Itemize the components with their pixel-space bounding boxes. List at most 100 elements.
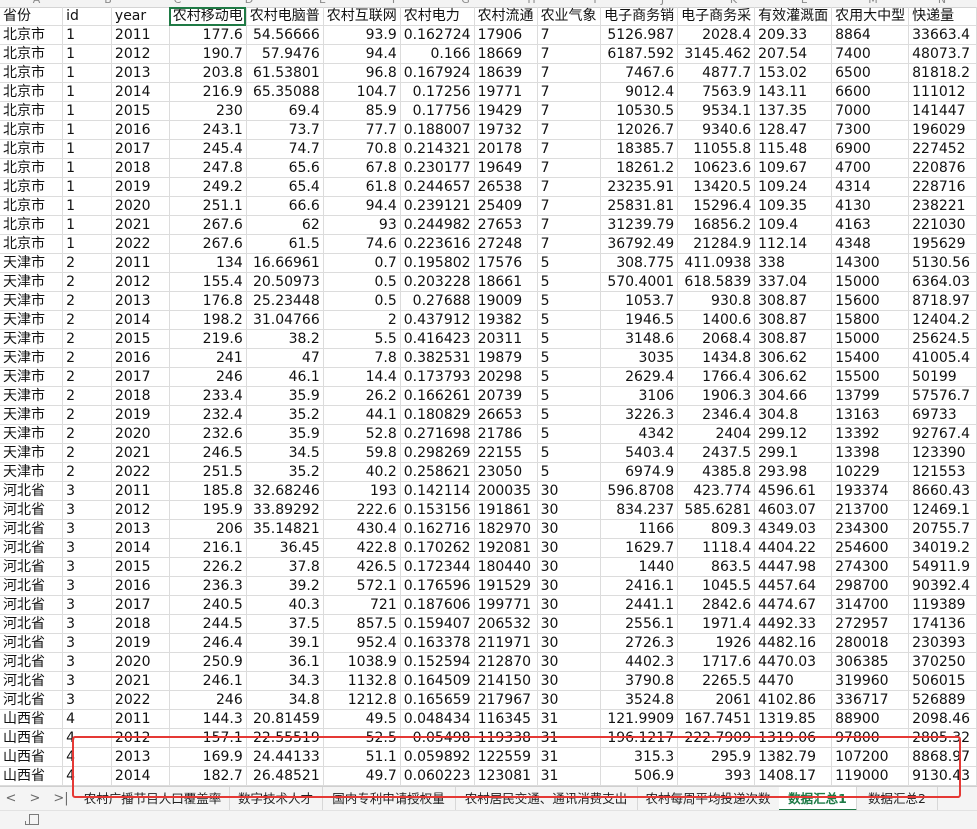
table-cell[interactable]: 109.24: [754, 177, 833, 197]
table-cell[interactable]: 山西省: [0, 728, 64, 748]
table-cell[interactable]: 222.7909: [677, 728, 756, 748]
table-cell[interactable]: 299.1: [754, 443, 833, 463]
table-cell[interactable]: 0.187606: [400, 595, 475, 615]
table-cell[interactable]: 249.2: [169, 177, 247, 197]
table-cell[interactable]: 1053.7: [600, 291, 679, 311]
table-cell[interactable]: 4492.33: [754, 614, 833, 634]
table-cell[interactable]: 5: [537, 253, 602, 273]
table-cell[interactable]: 1: [62, 215, 112, 235]
table-cell[interactable]: 2098.46: [908, 709, 977, 729]
table-cell[interactable]: 4470: [754, 671, 833, 691]
table-cell[interactable]: 33.89292: [246, 500, 324, 520]
table-cell[interactable]: 128.47: [754, 120, 833, 140]
table-cell[interactable]: 50199: [908, 367, 977, 387]
table-cell[interactable]: 6364.03: [908, 272, 977, 292]
table-cell[interactable]: 2014: [111, 82, 170, 102]
column-letter-f[interactable]: F: [359, 0, 431, 7]
table-cell[interactable]: 27653: [474, 215, 538, 235]
table-cell[interactable]: 2842.6: [677, 595, 756, 615]
table-cell[interactable]: 1926: [677, 633, 756, 653]
table-cell[interactable]: 3524.8: [600, 690, 679, 710]
table-cell[interactable]: 3: [62, 614, 112, 634]
table-cell[interactable]: 5: [537, 462, 602, 482]
table-cell[interactable]: 15296.4: [677, 196, 756, 216]
table-cell[interactable]: 7: [537, 101, 602, 121]
table-cell[interactable]: 88900: [831, 709, 910, 729]
table-cell[interactable]: 0.173793: [400, 367, 475, 387]
table-cell[interactable]: 1: [62, 63, 112, 83]
table-cell[interactable]: 267.6: [169, 215, 247, 235]
table-cell[interactable]: 308.87: [754, 291, 833, 311]
table-cell[interactable]: 4603.07: [754, 500, 833, 520]
table-cell[interactable]: 5: [537, 291, 602, 311]
table-cell[interactable]: 0.17756: [400, 101, 475, 121]
table-cell[interactable]: 272957: [831, 614, 910, 634]
table-cell[interactable]: 2017: [111, 139, 170, 159]
table-cell[interactable]: 3: [62, 633, 112, 653]
table-cell[interactable]: 9012.4: [600, 82, 679, 102]
table-cell[interactable]: 2: [62, 329, 112, 349]
table-cell[interactable]: 1166: [600, 519, 679, 539]
table-cell[interactable]: 4470.03: [754, 652, 833, 672]
header-cell[interactable]: 农村电脑普: [246, 7, 324, 26]
table-cell[interactable]: 18661: [474, 272, 538, 292]
table-cell[interactable]: 1: [62, 196, 112, 216]
table-cell[interactable]: 13163: [831, 405, 910, 425]
table-cell[interactable]: 0.167924: [400, 63, 475, 83]
table-cell[interactable]: 1440: [600, 557, 679, 577]
table-cell[interactable]: 3: [62, 690, 112, 710]
table-cell[interactable]: 240.5: [169, 595, 247, 615]
table-cell[interactable]: 0.382531: [400, 348, 475, 368]
table-cell[interactable]: 1132.8: [323, 671, 401, 691]
table-cell[interactable]: 1434.8: [677, 348, 756, 368]
table-cell[interactable]: 809.3: [677, 519, 756, 539]
table-cell[interactable]: 67.8: [323, 158, 401, 178]
table-cell[interactable]: 0.059892: [400, 747, 475, 767]
table-cell[interactable]: 0.176596: [400, 576, 475, 596]
table-cell[interactable]: 1400.6: [677, 310, 756, 330]
table-cell[interactable]: 70.8: [323, 139, 401, 159]
tab-scroll-right-icon[interactable]: >: [28, 790, 42, 808]
header-cell[interactable]: 农用大中型: [831, 7, 910, 26]
table-cell[interactable]: 30: [537, 614, 602, 634]
table-cell[interactable]: 22155: [474, 443, 538, 463]
table-cell[interactable]: 12404.2: [908, 310, 977, 330]
table-cell[interactable]: 河北省: [0, 519, 64, 539]
table-cell[interactable]: 2019: [111, 177, 170, 197]
table-cell[interactable]: 0.162724: [400, 25, 475, 45]
table-cell[interactable]: 0.244982: [400, 215, 475, 235]
table-cell[interactable]: 0.271698: [400, 424, 475, 444]
table-cell[interactable]: 196029: [908, 120, 977, 140]
table-cell[interactable]: 9534.1: [677, 101, 756, 121]
table-cell[interactable]: 232.4: [169, 405, 247, 425]
table-cell[interactable]: 66.6: [246, 196, 324, 216]
column-letter-e[interactable]: E: [286, 0, 359, 7]
table-cell[interactable]: 30: [537, 519, 602, 539]
column-letter-m[interactable]: M: [839, 0, 907, 7]
table-cell[interactable]: 天津市: [0, 424, 64, 444]
table-cell[interactable]: 4348: [831, 234, 910, 254]
table-cell[interactable]: 4404.22: [754, 538, 833, 558]
table-cell[interactable]: 1408.17: [754, 766, 833, 786]
table-cell[interactable]: 308.87: [754, 310, 833, 330]
table-cell[interactable]: 69.4: [246, 101, 324, 121]
table-cell[interactable]: 7: [537, 177, 602, 197]
table-cell[interactable]: 46.1: [246, 367, 324, 387]
table-cell[interactable]: 山西省: [0, 766, 64, 786]
table-cell[interactable]: 天津市: [0, 386, 64, 406]
table-cell[interactable]: 4102.86: [754, 690, 833, 710]
table-cell[interactable]: 河北省: [0, 652, 64, 672]
table-cell[interactable]: 245.4: [169, 139, 247, 159]
table-cell[interactable]: 5: [537, 348, 602, 368]
table-cell[interactable]: 293.98: [754, 462, 833, 482]
table-cell[interactable]: 39.1: [246, 633, 324, 653]
table-cell[interactable]: 195.9: [169, 500, 247, 520]
table-cell[interactable]: 69733: [908, 405, 977, 425]
table-cell[interactable]: 0.180829: [400, 405, 475, 425]
table-cell[interactable]: 0.142114: [400, 481, 475, 501]
table-cell[interactable]: 4402.3: [600, 652, 679, 672]
column-letter-d[interactable]: D: [212, 0, 286, 7]
table-cell[interactable]: 2012: [111, 44, 170, 64]
table-cell[interactable]: 7: [537, 120, 602, 140]
table-cell[interactable]: 38.2: [246, 329, 324, 349]
